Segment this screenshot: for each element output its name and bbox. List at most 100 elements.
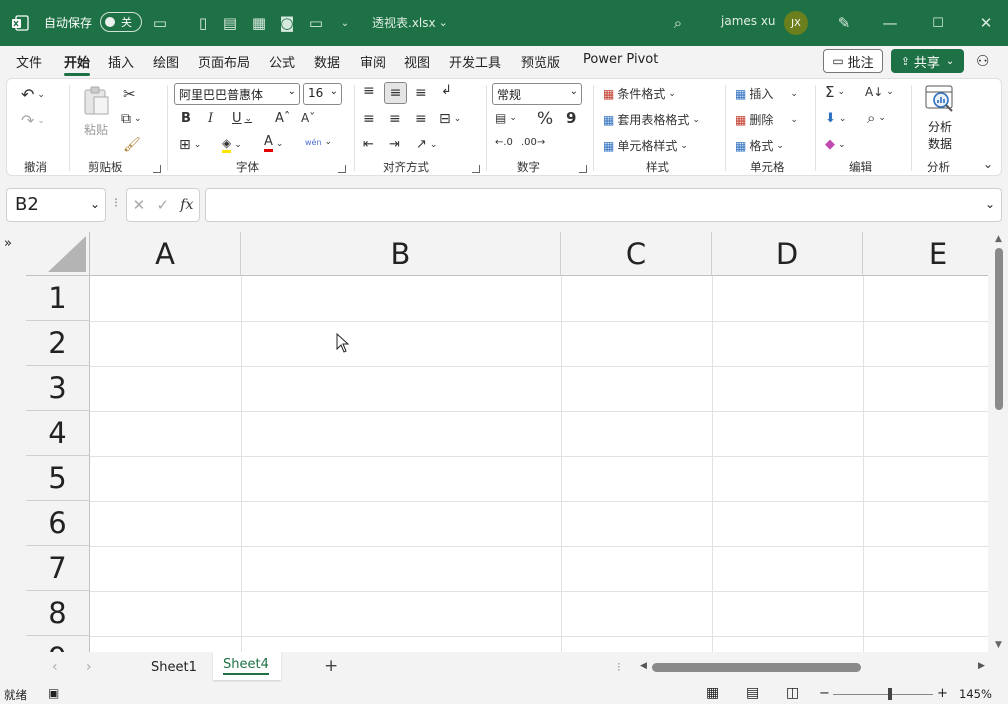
copy-icon[interactable]: ⧉ ⌄	[121, 111, 142, 127]
increase-font-icon[interactable]: Aˆ	[275, 111, 290, 126]
maximize-icon[interactable]: ☐	[928, 13, 948, 33]
autosave-toggle[interactable]: 关	[100, 12, 142, 32]
zoom-in-button[interactable]: +	[937, 686, 948, 701]
tab-review[interactable]: 审阅	[360, 52, 386, 71]
format-cells-button[interactable]: ▦ 格式 ⌄	[735, 137, 784, 154]
redo-icon[interactable]: ↷ ⌄	[21, 111, 45, 130]
tab-file[interactable]: 文件	[16, 52, 42, 71]
file-name[interactable]: 透视表.xlsx ⌄	[372, 14, 448, 31]
phonetic-button[interactable]: wén ⌄	[305, 137, 332, 147]
number-launcher-icon[interactable]	[579, 165, 587, 173]
autosum-icon[interactable]: Σ ⌄	[825, 83, 845, 101]
italic-button[interactable]: I	[208, 111, 213, 126]
zoom-level[interactable]: 145%	[959, 687, 992, 701]
alignment-launcher-icon[interactable]	[472, 165, 480, 173]
paste-button[interactable]: 粘贴	[79, 85, 113, 137]
increase-decimal-icon[interactable]: ←.0	[495, 137, 513, 148]
user-avatar[interactable]: JX	[784, 11, 808, 35]
pen-icon[interactable]: ✎	[834, 13, 854, 33]
find-select-icon[interactable]: ⌕ ⌄	[867, 109, 886, 127]
cancel-icon[interactable]: ✕	[133, 196, 146, 214]
tab-data[interactable]: 数据	[314, 52, 340, 71]
decrease-font-icon[interactable]: Aˇ	[301, 111, 315, 125]
row-header-1[interactable]: 1	[26, 276, 90, 321]
camera-icon[interactable]: ◙	[277, 13, 297, 33]
page-break-view-icon[interactable]: ◫	[786, 685, 799, 701]
save-as-icon[interactable]: ▭	[306, 13, 326, 33]
next-sheet-icon[interactable]: ›	[86, 659, 92, 675]
formula-input[interactable]: ⌄	[205, 188, 1002, 222]
comma-button[interactable]: 9	[566, 109, 576, 127]
align-left-icon[interactable]: ≡	[363, 111, 375, 127]
percent-button[interactable]: %	[537, 109, 553, 129]
format-as-table-button[interactable]: ▦ 套用表格格式 ⌄	[603, 111, 700, 128]
clear-icon[interactable]: ◆ ⌄	[825, 137, 846, 152]
decrease-decimal-icon[interactable]: .00→	[521, 137, 545, 148]
clipboard-launcher-icon[interactable]	[153, 165, 161, 173]
splitter-icon[interactable]: ⁝	[617, 660, 621, 674]
column-header-b[interactable]: B	[241, 232, 561, 276]
decrease-indent-icon[interactable]: ⇤	[363, 137, 374, 152]
row-header-7[interactable]: 7	[26, 546, 90, 591]
tab-developer[interactable]: 开发工具	[449, 52, 501, 71]
collapse-ribbon-icon[interactable]: ⌄	[983, 157, 993, 171]
comments-button[interactable]: ▭ 批注	[823, 49, 883, 73]
orientation-icon[interactable]: ↗ ⌄	[416, 137, 437, 152]
font-size-select[interactable]: 16 ⌄	[303, 83, 342, 105]
worksheet-grid[interactable]: A B C D E 1 2 3 4 5 6 7 8 9	[26, 232, 988, 652]
row-header-2[interactable]: 2	[26, 321, 90, 366]
vertical-scroll-thumb[interactable]	[995, 248, 1003, 410]
scroll-left-icon[interactable]: ◀	[640, 661, 647, 671]
accessibility-icon[interactable]: ▣	[48, 686, 59, 700]
align-right-icon[interactable]: ≡	[415, 111, 427, 127]
tab-home[interactable]: 开始	[64, 52, 91, 76]
column-header-e[interactable]: E	[863, 232, 988, 276]
scroll-right-icon[interactable]: ▶	[978, 661, 985, 671]
underline-button[interactable]: U ⌄	[232, 111, 252, 126]
enter-icon[interactable]: ✓	[156, 196, 169, 214]
delete-cells-button[interactable]: ▦ 删除 ⌄	[735, 111, 798, 128]
new-document-icon[interactable]: ▯	[193, 13, 213, 33]
vertical-scrollbar[interactable]: ▲ ▼	[990, 232, 1008, 652]
sort-filter-icon[interactable]: A↓ ⌄	[865, 85, 894, 99]
splitter-icon[interactable]: ⁝	[114, 196, 118, 211]
row-header-6[interactable]: 6	[26, 501, 90, 546]
scroll-up-icon[interactable]: ▲	[995, 234, 1002, 244]
cut-icon[interactable]: ✂	[123, 85, 136, 103]
page-layout-view-icon[interactable]: ▤	[746, 685, 759, 701]
search-icon[interactable]: ⌕	[668, 13, 688, 33]
coauthor-icon[interactable]: ⚇	[976, 52, 989, 70]
align-bottom-icon[interactable]: ≡	[415, 85, 427, 101]
insert-cells-button[interactable]: ▦ 插入 ⌄	[735, 85, 798, 102]
cell-styles-button[interactable]: ▦ 单元格样式 ⌄	[603, 137, 688, 154]
name-box[interactable]: B2 ⌄	[6, 188, 106, 222]
add-sheet-button[interactable]: +	[324, 656, 338, 676]
sheet-tab-sheet4[interactable]: Sheet4	[213, 652, 281, 680]
fill-icon[interactable]: ⬇ ⌄	[825, 111, 846, 126]
column-header-d[interactable]: D	[712, 232, 863, 276]
tab-page-layout[interactable]: 页面布局	[198, 52, 250, 71]
minimize-icon[interactable]: —	[880, 13, 900, 33]
customize-toolbar-icon[interactable]: ⌄	[335, 13, 355, 33]
merge-center-icon[interactable]: ⊟ ⌄	[439, 111, 461, 127]
align-center-icon[interactable]: ≡	[389, 111, 401, 127]
row-header-5[interactable]: 5	[26, 456, 90, 501]
sheet-tab-sheet1[interactable]: Sheet1	[151, 660, 197, 675]
zoom-out-button[interactable]: −	[819, 686, 830, 701]
undo-icon[interactable]: ↶ ⌄	[21, 85, 45, 104]
column-header-a[interactable]: A	[90, 232, 241, 276]
tab-formulas[interactable]: 公式	[269, 52, 295, 71]
expand-pane-icon[interactable]: »	[4, 236, 12, 251]
tab-insert[interactable]: 插入	[108, 52, 134, 71]
scroll-down-icon[interactable]: ▼	[995, 640, 1002, 650]
font-launcher-icon[interactable]	[338, 165, 346, 173]
align-middle-icon[interactable]: ≡	[384, 82, 407, 104]
prev-sheet-icon[interactable]: ‹	[52, 659, 58, 675]
tab-draw[interactable]: 绘图	[153, 52, 179, 71]
column-header-c[interactable]: C	[561, 232, 712, 276]
tab-preview[interactable]: 预览版	[521, 52, 560, 71]
zoom-slider-thumb[interactable]	[888, 688, 892, 700]
row-header-8[interactable]: 8	[26, 591, 90, 636]
font-name-select[interactable]: 阿里巴巴普惠体 ⌄	[174, 83, 300, 105]
font-color-button[interactable]: A ⌄	[264, 135, 283, 152]
